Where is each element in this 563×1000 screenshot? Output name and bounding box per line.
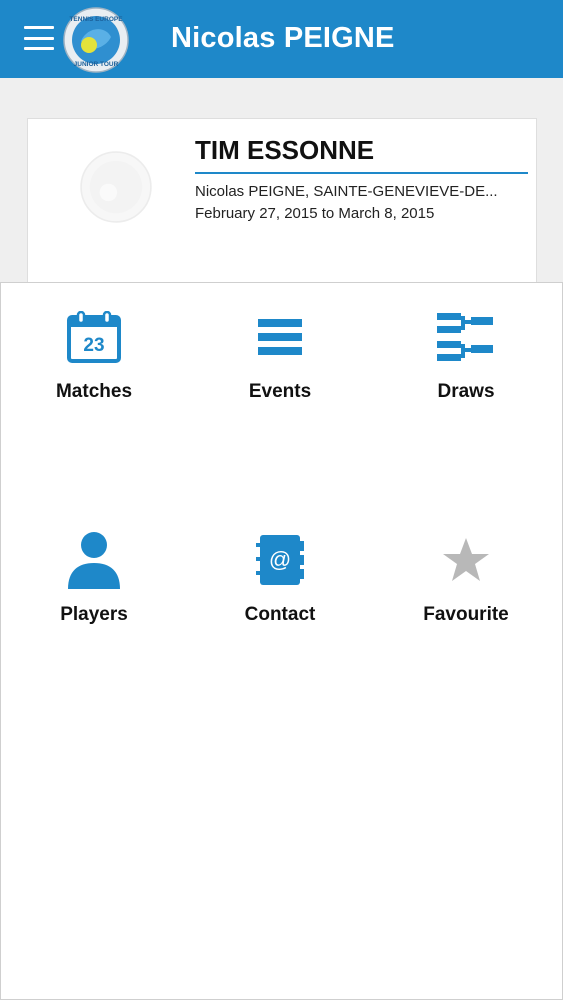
svg-text:@: @ xyxy=(269,547,291,572)
person-icon xyxy=(68,532,120,589)
menu-item-events[interactable]: Events xyxy=(200,307,360,427)
menu-item-contact[interactable]: @ Contact xyxy=(200,530,360,650)
svg-text:23: 23 xyxy=(83,335,104,356)
draws-bracket-icon xyxy=(437,313,493,361)
star-icon xyxy=(443,538,489,581)
menu-item-label: Favourite xyxy=(423,604,509,625)
menu-item-draws[interactable]: Draws xyxy=(386,307,546,427)
app-header: TENNIS EUROPE JUNIOR TOUR Nicolas PEIGNE xyxy=(0,0,563,78)
address-book-icon: @ xyxy=(256,535,304,585)
tournament-card: TIM ESSONNE Nicolas PEIGNE, SAINTE-GENEV… xyxy=(27,118,537,288)
calendar-icon: 23 xyxy=(67,311,121,363)
page-title: Nicolas PEIGNE xyxy=(171,22,395,54)
menu-item-label: Matches xyxy=(55,381,133,402)
tennis-europe-logo: TENNIS EUROPE JUNIOR TOUR xyxy=(63,7,129,73)
svg-text:JUNIOR TOUR: JUNIOR TOUR xyxy=(74,61,119,68)
menu-item-matches[interactable]: 23 Matches xyxy=(14,307,174,427)
tournament-organizer: Nicolas PEIGNE, SAINTE-GENEVIEVE-DE... xyxy=(195,183,498,200)
menu-item-favourite[interactable]: Favourite xyxy=(386,530,546,650)
tournament-dates: February 27, 2015 to March 8, 2015 xyxy=(195,205,435,222)
menu-item-label: Events xyxy=(248,381,312,402)
menu-panel: 23 Matches Events Draws Players @ Contac… xyxy=(0,282,563,1000)
menu-item-label: Contact xyxy=(244,604,316,625)
tournament-name: TIM ESSONNE xyxy=(195,135,528,174)
tournament-logo xyxy=(80,151,152,223)
menu-item-label: Draws xyxy=(437,381,495,402)
menu-item-players[interactable]: Players xyxy=(14,530,174,650)
menu-icon[interactable] xyxy=(24,26,54,50)
menu-item-label: Players xyxy=(60,604,128,625)
svg-text:TENNIS EUROPE: TENNIS EUROPE xyxy=(69,16,123,23)
list-icon xyxy=(258,319,302,355)
